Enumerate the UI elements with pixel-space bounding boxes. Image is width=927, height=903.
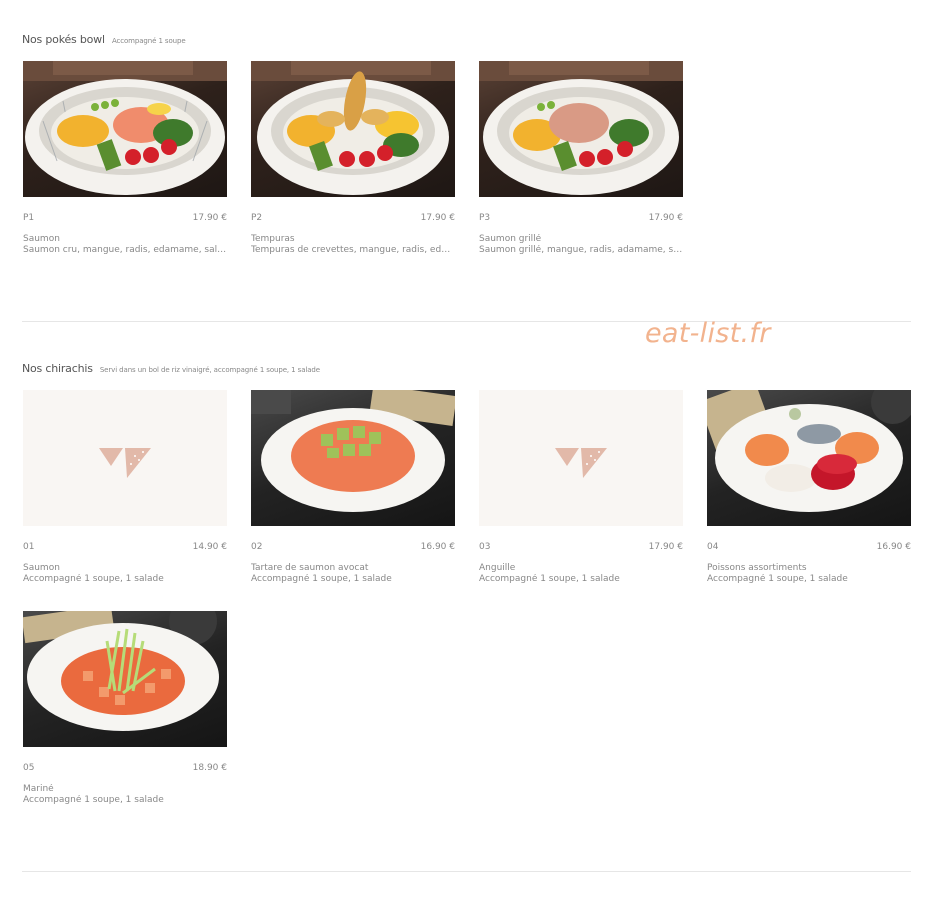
placeholder-image [23,390,227,526]
assorted-fish-chirashi-photo [707,390,911,526]
menu-item-01[interactable]: 01 14.90 € Saumon Accompagné 1 soupe, 1 … [23,390,227,584]
item-code: 05 [23,763,35,773]
section-divider [22,871,911,872]
item-code: 01 [23,542,35,552]
item-code: 03 [479,542,491,552]
item-description: Accompagné 1 soupe, 1 salade [23,574,164,584]
poke-bowl-tempura-photo [251,61,455,197]
section-title-poke: Nos pokés bowl Accompagné 1 soupe [22,28,186,47]
item-description: Saumon grillé, mangue, radis, adamame, s… [479,245,683,255]
item-meta: P1 17.90 € [23,213,227,225]
item-name: Mariné [23,784,54,794]
item-description: Accompagné 1 soupe, 1 salade [23,795,164,805]
item-name: Saumon grillé [479,234,542,244]
menu-item-p3[interactable]: P3 17.90 € Saumon grillé Saumon grillé, … [479,61,683,255]
item-price: 18.90 € [192,763,227,773]
item-meta: P2 17.90 € [251,213,455,225]
item-description: Accompagné 1 soupe, 1 salade [707,574,848,584]
section-subheading: Accompagné 1 soupe [111,37,186,45]
marinated-chirashi-photo [23,611,227,747]
item-name: Tempuras [251,234,295,244]
menu-item-02[interactable]: 02 16.90 € Tartare de saumon avocat Acco… [251,390,455,584]
item-description: Accompagné 1 soupe, 1 salade [251,574,392,584]
item-price: 14.90 € [192,542,227,552]
item-price: 17.90 € [192,213,227,223]
menu-item-p2[interactable]: P2 17.90 € Tempuras Tempuras de crevette… [251,61,455,255]
item-meta: 03 17.90 € [479,542,683,554]
item-name: Saumon [23,234,60,244]
watermark-text: eat-list.fr [645,318,771,349]
item-code: 04 [707,542,719,552]
menu-item-p1[interactable]: P1 17.90 € Saumon Saumon cru, mangue, ra… [23,61,227,255]
item-price: 16.90 € [876,542,911,552]
section-heading: Nos pokés bowl [22,33,105,46]
logo-icon [555,448,607,478]
menu-item-04[interactable]: 04 16.90 € Poissons assortiments Accompa… [707,390,911,584]
salmon-avocado-tartare-photo [251,390,455,526]
item-meta: 04 16.90 € [707,542,911,554]
item-meta: 05 18.90 € [23,763,227,775]
item-price: 17.90 € [420,213,455,223]
item-code: 02 [251,542,263,552]
section-heading: Nos chirachis [22,362,93,375]
poke-bowl-grilled-salmon-photo [479,61,683,197]
section-divider [22,321,911,322]
item-name: Saumon [23,563,60,573]
item-price: 16.90 € [420,542,455,552]
item-meta: 01 14.90 € [23,542,227,554]
item-meta: P3 17.90 € [479,213,683,225]
menu-item-03[interactable]: 03 17.90 € Anguille Accompagné 1 soupe, … [479,390,683,584]
placeholder-image [479,390,683,526]
item-price: 17.90 € [648,213,683,223]
poke-bowl-salmon-photo [23,61,227,197]
menu-item-05[interactable]: 05 18.90 € Mariné Accompagné 1 soupe, 1 … [23,611,227,805]
item-description: Tempuras de crevettes, mangue, radis, ed… [251,245,455,255]
item-code: P3 [479,213,491,223]
item-name: Poissons assortiments [707,563,807,573]
item-name: Anguille [479,563,516,573]
item-code: P2 [251,213,263,223]
item-description: Saumon cru, mangue, radis, edamame, sala… [23,245,227,255]
item-description: Accompagné 1 soupe, 1 salade [479,574,620,584]
item-code: P1 [23,213,35,223]
logo-icon [99,448,151,478]
item-name: Tartare de saumon avocat [251,563,369,573]
item-meta: 02 16.90 € [251,542,455,554]
section-title-chirachis: Nos chirachis Servi dans un bol de riz v… [22,357,320,376]
section-subheading: Servi dans un bol de riz vinaigré, accom… [99,366,320,374]
item-price: 17.90 € [648,542,683,552]
